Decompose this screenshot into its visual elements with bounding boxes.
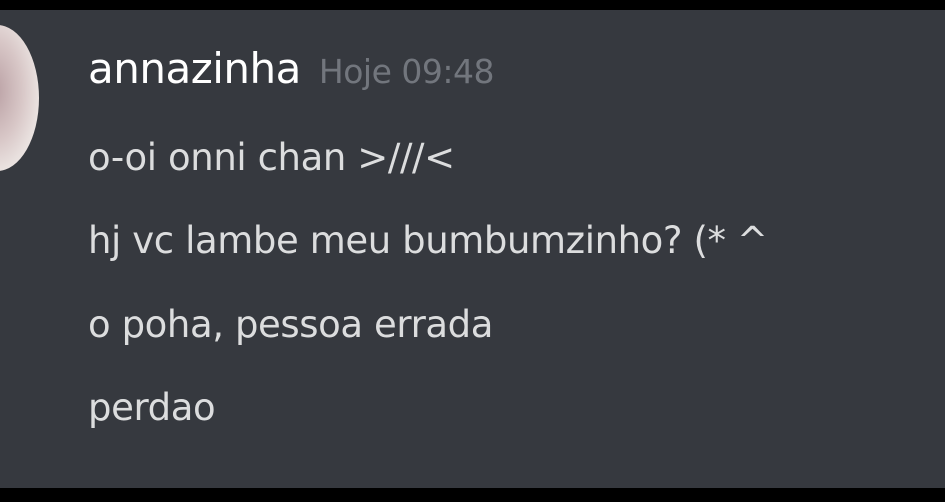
username[interactable]: annazinha <box>88 44 301 93</box>
timestamp: Hoje 09:48 <box>318 52 495 91</box>
message-line-2: hj vc lambe meu bumbumzinho? (* ^ <box>88 219 768 262</box>
message-line-4: perdao <box>88 386 216 429</box>
avatar[interactable] <box>0 25 39 171</box>
message-group: o-oi onni chan >///< hj vc lambe meu bum… <box>88 138 945 471</box>
chat-message-view: annazinha Hoje 09:48 o-oi onni chan >///<… <box>0 10 945 488</box>
message-header: annazinha Hoje 09:48 <box>88 44 494 93</box>
message-line-3: o poha, pessoa errada <box>88 303 494 346</box>
message-line-1: o-oi onni chan >///< <box>88 136 455 179</box>
